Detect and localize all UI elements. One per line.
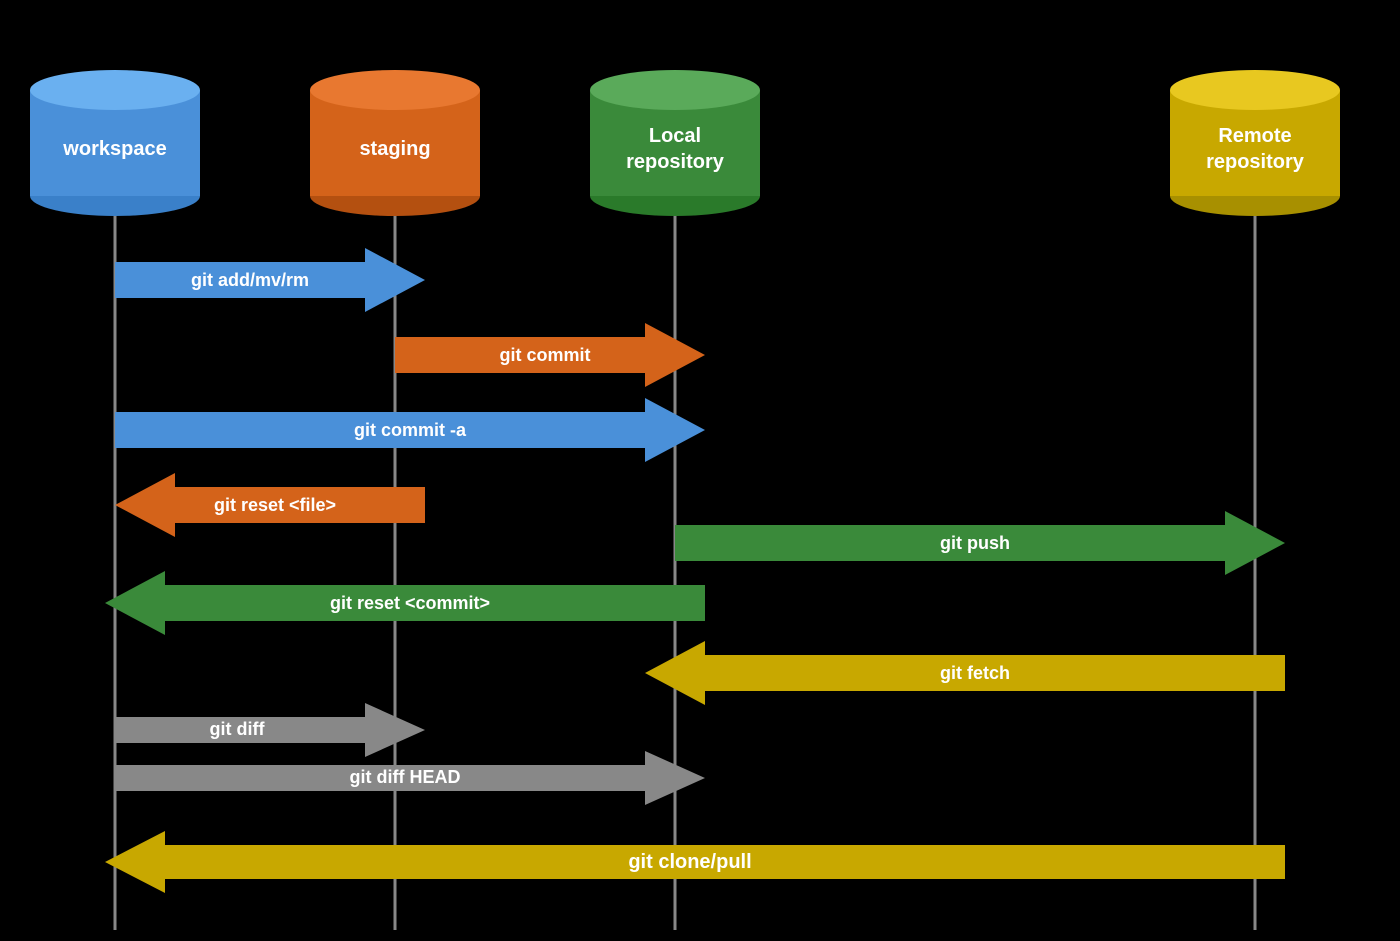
git-diff-head-label: git diff HEAD (350, 767, 461, 787)
remote-repo-label-line1: Remote (1218, 125, 1291, 147)
local-repo-label-line2: repository (626, 151, 725, 173)
git-clone-pull-label: git clone/pull (628, 851, 751, 873)
git-fetch-label: git fetch (940, 663, 1010, 683)
git-diff-label: git diff (210, 719, 266, 739)
git-add-label: git add/mv/rm (191, 270, 309, 290)
git-reset-commit-label: git reset <commit> (330, 593, 490, 613)
git-commit-a-label: git commit -a (354, 420, 467, 440)
remote-repo-label-line2: repository (1206, 151, 1305, 173)
local-repo-label-line1: Local (649, 125, 701, 147)
git-reset-file-label: git reset <file> (214, 495, 336, 515)
workspace-label: workspace (62, 138, 166, 160)
git-commit-label: git commit (499, 345, 590, 365)
git-push-label: git push (940, 533, 1010, 553)
staging-label: staging (359, 138, 430, 160)
